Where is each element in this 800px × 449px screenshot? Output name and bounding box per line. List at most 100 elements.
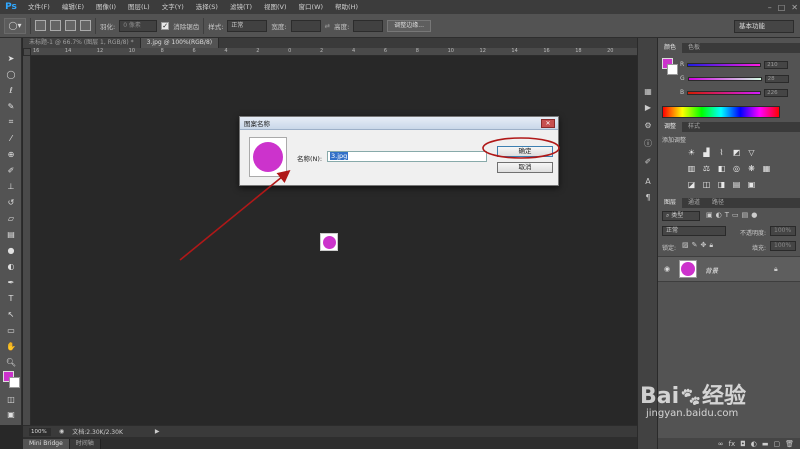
pattern-name-input[interactable]: 3.jpg xyxy=(327,151,487,162)
tab-timeline[interactable]: 时间轴 xyxy=(69,439,101,449)
exposure-icon[interactable]: ◩ xyxy=(731,148,742,158)
new-selection-icon[interactable] xyxy=(35,20,46,31)
height-input[interactable] xyxy=(353,19,384,32)
levels-icon[interactable]: ▟ xyxy=(701,148,712,158)
invert-icon[interactable]: ◪ xyxy=(686,180,697,190)
status-menu-arrow-icon[interactable]: ▶ xyxy=(155,428,160,435)
quick-mask-icon[interactable]: ◫ xyxy=(3,393,19,405)
refine-edge-button[interactable]: 调整边缘... xyxy=(387,19,431,32)
blend-mode-select[interactable]: 正常 xyxy=(662,226,726,236)
move-tool-icon[interactable]: ➤ xyxy=(3,52,19,64)
info-panel-icon[interactable]: ⓘ xyxy=(642,138,654,150)
color-lookup-icon[interactable]: ▦ xyxy=(761,164,772,174)
brush-panel-icon[interactable]: ✐ xyxy=(642,156,654,168)
layer-filter-icons[interactable]: ▣◐T▭▤● xyxy=(706,211,760,219)
new-layer-icon[interactable]: ▢ xyxy=(773,440,780,448)
color-spectrum-bar[interactable] xyxy=(662,106,780,118)
screen-mode-icon[interactable]: ▣ xyxy=(3,408,19,420)
new-group-icon[interactable]: ▬ xyxy=(762,440,769,448)
eye-visibility-icon[interactable]: ◉ xyxy=(664,265,670,273)
curves-icon[interactable]: ⌇ xyxy=(716,148,727,158)
tab-mini-bridge[interactable]: Mini Bridge xyxy=(23,439,70,449)
channel-mixer-icon[interactable]: ❋ xyxy=(746,164,757,174)
menu-edit[interactable]: 编辑(E) xyxy=(56,0,90,14)
eyedropper-tool-icon[interactable]: ⁄ xyxy=(3,132,19,144)
green-slider[interactable] xyxy=(687,76,762,81)
clone-stamp-tool-icon[interactable]: ⊥ xyxy=(3,180,19,192)
layer-filter-select[interactable]: ⌕ 类型 xyxy=(662,211,700,221)
zoom-tool-icon[interactable]: 🔍︎ xyxy=(3,356,19,368)
menu-image[interactable]: 图像(I) xyxy=(90,0,122,14)
black-white-icon[interactable]: ◧ xyxy=(716,164,727,174)
layer-name[interactable]: 背景 xyxy=(705,265,718,275)
shape-tool-icon[interactable]: ▭ xyxy=(3,324,19,336)
menu-view[interactable]: 视图(V) xyxy=(258,0,293,14)
dodge-tool-icon[interactable]: ◐ xyxy=(3,260,19,272)
dialog-close-button[interactable]: ✕ xyxy=(541,119,555,128)
tab-3-jpg[interactable]: 3.jpg @ 100%(RGB/8) xyxy=(140,38,220,48)
add-selection-icon[interactable] xyxy=(50,20,61,31)
history-brush-tool-icon[interactable]: ↺ xyxy=(3,196,19,208)
document-image[interactable] xyxy=(320,233,338,251)
add-mask-icon[interactable]: ◘ xyxy=(740,440,746,448)
swap-icon[interactable]: ⇄ xyxy=(325,22,330,30)
eraser-tool-icon[interactable]: ▱ xyxy=(3,212,19,224)
background-color-swatch[interactable] xyxy=(9,377,20,388)
tab-adjustments[interactable]: 调整 xyxy=(658,122,683,132)
intersect-selection-icon[interactable] xyxy=(80,20,91,31)
menu-file[interactable]: 文件(F) xyxy=(22,0,56,14)
tab-untitled-1[interactable]: 未标题-1 @ 66.7% (图层 1, RGB/8) * xyxy=(23,38,141,48)
pen-tool-icon[interactable]: ✒ xyxy=(3,276,19,288)
brightness-icon[interactable]: ☀ xyxy=(686,148,697,158)
new-adjustment-icon[interactable]: ◐ xyxy=(751,440,757,448)
blur-tool-icon[interactable]: ● xyxy=(3,244,19,256)
style-select[interactable]: 正常 xyxy=(227,19,268,32)
layer-style-icon[interactable]: fx xyxy=(729,440,736,448)
elliptical-marquee-preset-icon[interactable]: ◯▾ xyxy=(4,17,26,34)
healing-brush-tool-icon[interactable]: ⊕ xyxy=(3,148,19,160)
lock-icons[interactable]: ▨✎✥🔒︎ xyxy=(682,241,716,250)
character-panel-icon[interactable]: A xyxy=(642,176,654,188)
color-panel-background[interactable] xyxy=(667,64,678,75)
tab-layers[interactable]: 图层 xyxy=(658,198,683,208)
red-slider[interactable] xyxy=(687,62,762,67)
tab-styles[interactable]: 样式 xyxy=(682,122,706,132)
marquee-tool-icon[interactable]: ◯ xyxy=(3,68,19,80)
blue-value[interactable]: 226 xyxy=(764,88,789,97)
maximize-icon[interactable]: □ xyxy=(778,3,786,12)
gradient-map-icon[interactable]: ▤ xyxy=(731,180,742,190)
status-info-icon[interactable]: ◉ xyxy=(59,428,64,435)
type-tool-icon[interactable]: T xyxy=(3,292,19,304)
threshold-icon[interactable]: ◨ xyxy=(716,180,727,190)
lasso-tool-icon[interactable]: ℓ xyxy=(3,84,19,96)
photo-filter-icon[interactable]: ◎ xyxy=(731,164,742,174)
close-icon[interactable]: ✕ xyxy=(791,3,798,12)
path-select-tool-icon[interactable]: ↖ xyxy=(3,308,19,320)
quick-select-tool-icon[interactable]: ✎ xyxy=(3,100,19,112)
cancel-button[interactable]: 取消 xyxy=(497,162,553,173)
color-balance-icon[interactable]: ⚖ xyxy=(701,164,712,174)
brush-tool-icon[interactable]: ✐ xyxy=(3,164,19,176)
menu-type[interactable]: 文字(Y) xyxy=(156,0,190,14)
trash-icon[interactable]: 🗑︎ xyxy=(785,440,794,448)
hand-tool-icon[interactable]: ✋ xyxy=(3,340,19,352)
ok-button[interactable]: 确定 xyxy=(497,146,553,157)
subtract-selection-icon[interactable] xyxy=(65,20,76,31)
menu-filter[interactable]: 滤镜(T) xyxy=(224,0,258,14)
width-input[interactable] xyxy=(290,19,321,32)
link-layers-icon[interactable]: ∞ xyxy=(718,440,724,448)
tab-channels[interactable]: 通道 xyxy=(682,198,706,208)
menu-window[interactable]: 窗口(W) xyxy=(293,0,330,14)
hue-saturation-icon[interactable]: ▥ xyxy=(686,164,697,174)
menu-help[interactable]: 帮助(H) xyxy=(329,0,364,14)
workspace-select[interactable]: 基本功能 xyxy=(734,20,794,33)
actions-panel-icon[interactable]: ▶ xyxy=(642,102,654,114)
zoom-level[interactable]: 100% xyxy=(29,427,51,436)
properties-panel-icon[interactable]: ⚙ xyxy=(642,120,654,132)
crop-tool-icon[interactable]: ⌗ xyxy=(3,116,19,128)
menu-select[interactable]: 选择(S) xyxy=(190,0,224,14)
posterize-icon[interactable]: ◫ xyxy=(701,180,712,190)
gradient-tool-icon[interactable]: ▤ xyxy=(3,228,19,240)
menu-layer[interactable]: 图层(L) xyxy=(122,0,156,14)
tab-color[interactable]: 颜色 xyxy=(658,43,683,53)
